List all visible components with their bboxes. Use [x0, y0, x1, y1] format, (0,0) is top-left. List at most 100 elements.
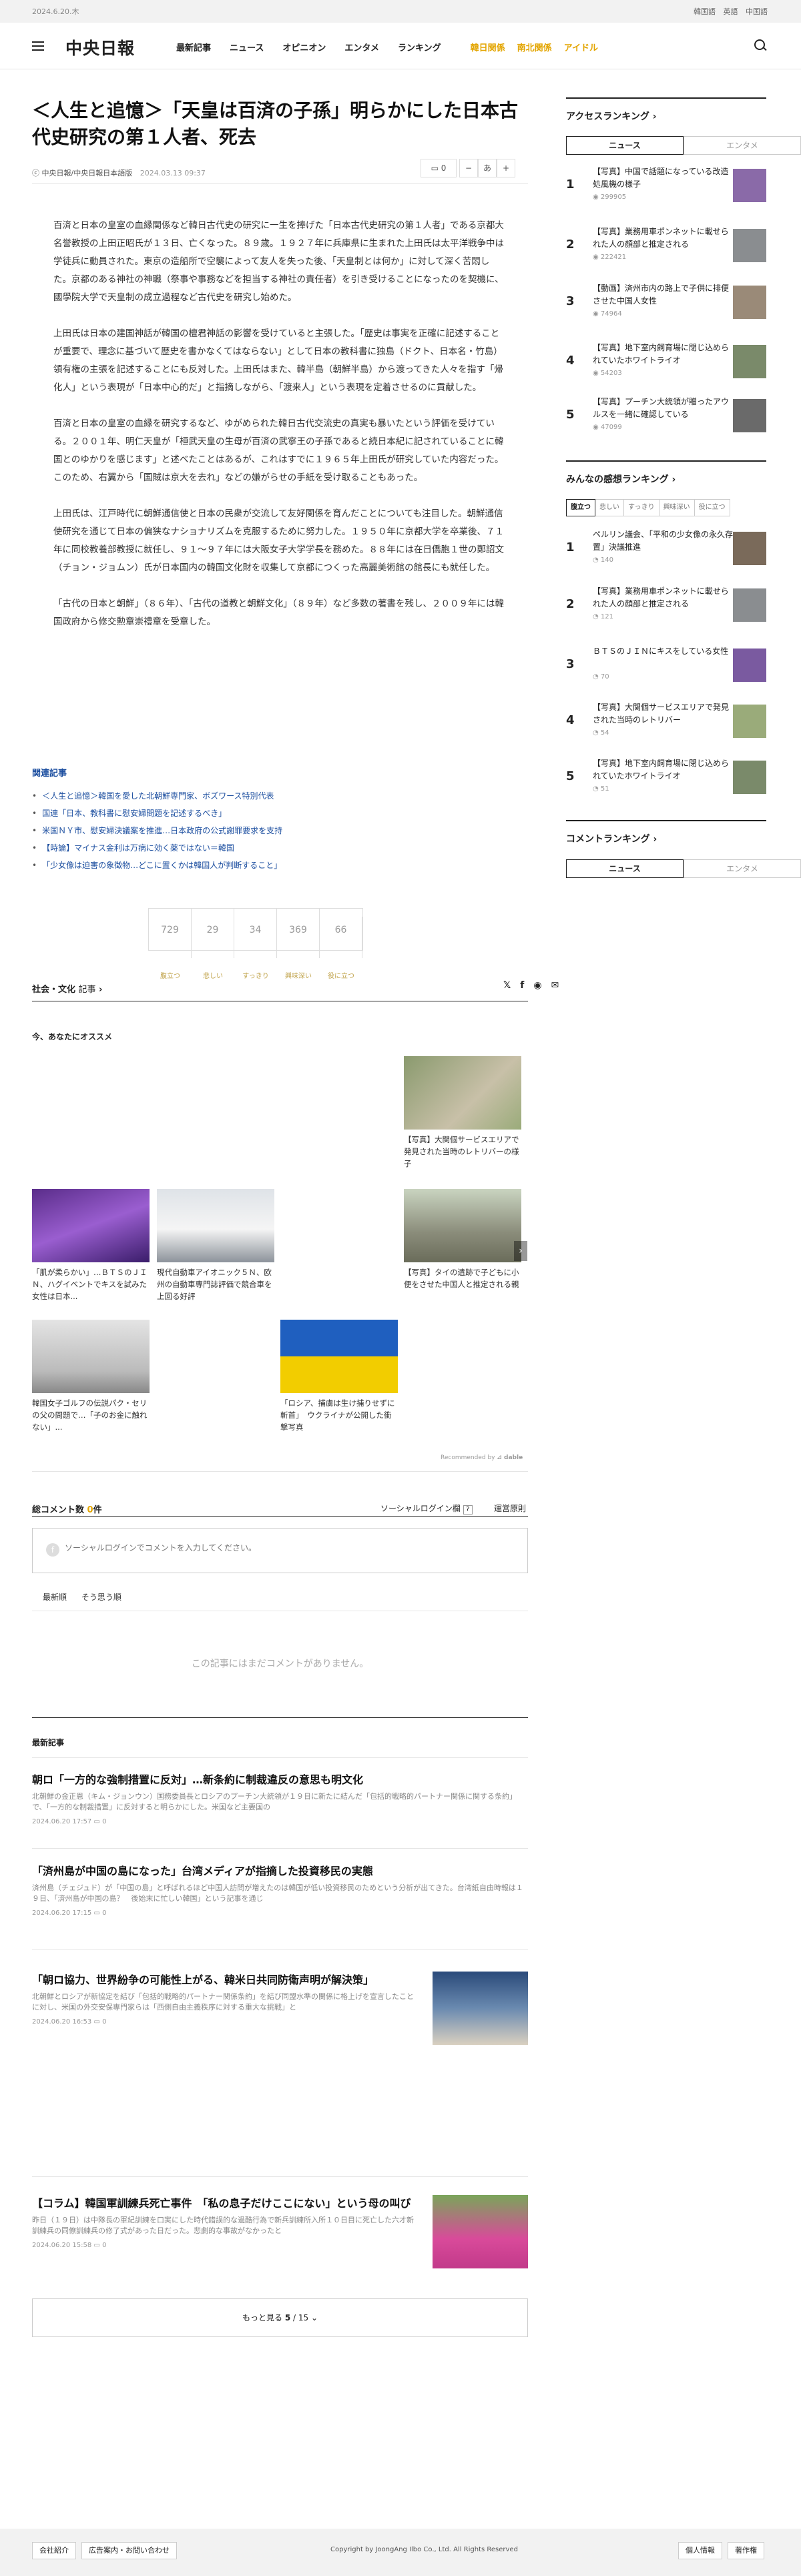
privacy-button[interactable]: 個人情報: [678, 2542, 722, 2559]
category-link[interactable]: 社会・文化 記事 ›: [32, 982, 102, 995]
tab-useful[interactable]: 役に立つ: [694, 499, 730, 516]
recommend-card[interactable]: 【写真】大関個サービスエリアで発見された当時のレトリバーの様子: [404, 1056, 521, 1170]
ranking-item[interactable]: 5 【写真】プーチン大統領が贈ったアウルスを一緒に確認している ◉ 47099: [566, 396, 766, 449]
reaction-useful-button[interactable]: 66 役に立つ: [320, 909, 362, 980]
latest-news-title: 最新記事: [32, 1738, 65, 1747]
facebook-icon[interactable]: f: [520, 980, 524, 991]
recommend-card[interactable]: 「肌が柔らかい」…ＢＴＳのＪＩＮ、ハグイベントでキスを試みた女性は日本...: [32, 1189, 150, 1302]
access-ranking-title[interactable]: アクセスランキング: [566, 109, 657, 123]
recommend-image: [32, 1320, 150, 1393]
tab-refreshed[interactable]: すっきり: [623, 499, 659, 516]
comment-ranking-title[interactable]: コメントランキング: [566, 832, 657, 845]
main-nav: 最新記事 ニュース オピニオン エンタメ ランキング 韓日関係 南北関係 アイド…: [176, 41, 617, 53]
reaction-angry-button[interactable]: 729 腹立つ: [149, 909, 192, 980]
menu-icon[interactable]: [32, 41, 44, 51]
ranking-item[interactable]: 1 ペルリン議会、「平和の少女像の永久存置」決議推進 ◔ 140: [566, 528, 766, 582]
view-count: ◉ 299905: [593, 193, 627, 201]
sort-latest-tab[interactable]: 最新順: [43, 1593, 67, 1602]
related-article-link[interactable]: 国連「日本、教科書に慰安婦問題を記述するべき」: [32, 805, 282, 822]
recommend-card[interactable]: 韓国女子ゴルフの伝説パク・セリの父の問題で…「子のお金に触れない」...: [32, 1320, 150, 1433]
ranking-item[interactable]: 4 【写真】地下室内飼育場に閉じ込められていたホワイトライオ ◉ 54203: [566, 342, 766, 395]
help-icon[interactable]: ?: [463, 1505, 473, 1515]
recommend-image: [404, 1056, 521, 1130]
ranking-item[interactable]: 4 【写真】大関個サービスエリアで発見された当時のレトリバー ◔ 54: [566, 701, 766, 755]
tab-news[interactable]: ニュース: [566, 136, 684, 155]
divider: [32, 1471, 528, 1472]
article-paragraph: 百済と日本の皇室の血縁を研究するなど、ゆがめられた韓日古代交流史の真実も暴いたと…: [53, 418, 504, 483]
emotion-ranking-title[interactable]: みんなの感想ランキング: [566, 472, 676, 486]
recommend-image: [157, 1189, 274, 1262]
font-increase-button[interactable]: +: [497, 159, 515, 177]
news-meta: 2024.06.20 17:57 ▭ 0: [32, 1818, 107, 1825]
sort-agree-tab[interactable]: そう思う順: [81, 1593, 121, 1602]
tab-entertainment[interactable]: エンタメ: [684, 859, 801, 878]
reaction-interesting-button[interactable]: 369 興味深い: [277, 909, 320, 980]
latest-news-item[interactable]: 「済州島が中国の島になった」台湾メディアが指摘した投資移民の実態 済州島（チェジ…: [32, 1863, 528, 1917]
ranking-item[interactable]: 2 【写真】業務用車ポンネットに載せられた人の顔部と推定される ◉ 222421: [566, 226, 766, 279]
mail-icon[interactable]: ✉: [551, 980, 559, 991]
lang-link-english[interactable]: 英語: [724, 7, 738, 16]
news-summary: 済州島（チェジュド）が「中国の島」と呼ばれるほど中国人訪問が増えたのは韓国が低い…: [32, 1883, 523, 1903]
nav-idol[interactable]: アイドル: [564, 41, 598, 53]
tab-angry[interactable]: 腹立つ: [566, 499, 595, 516]
nav-korea-japan[interactable]: 韓日関係: [471, 41, 505, 53]
recommend-caption: 「肌が柔らかい」…ＢＴＳのＪＩＮ、ハグイベントでキスを試みた女性は日本...: [32, 1268, 148, 1301]
reaction-sad-button[interactable]: 29 悲しい: [192, 909, 234, 980]
nav-opinion[interactable]: オピニオン: [282, 41, 326, 53]
tab-interesting[interactable]: 興味深い: [658, 499, 695, 516]
comment-count-button[interactable]: ▭ 0: [421, 159, 457, 177]
tab-sad[interactable]: 悲しい: [595, 499, 624, 516]
article-paragraph: 「古代の日本と朝鮮」（８６年）、「古代の道教と朝鮮文化」（８９年）など多数の著書…: [53, 598, 504, 627]
latest-news-item[interactable]: 【コラム】韓国軍訓練兵死亡事件 「私の息子だけここにない」という母の叫び 昨日（…: [32, 2195, 528, 2272]
publish-time: 2024.03.13 09:37: [140, 169, 206, 177]
latest-news-item[interactable]: 朝ロ「一方的な強制措置に反対」…新条約に制裁違反の意思も明文化 北朝鮮の金正恩（…: [32, 1771, 528, 1825]
article-title: ＜人生と追憶＞「天皇は百済の子孫」明らかにした日本古代史研究の第１人者、死去: [32, 99, 519, 148]
ranking-item[interactable]: 5 【写真】地下室内飼育場に閉じ込められていたホワイトライオ ◔ 51: [566, 757, 766, 811]
ranking-thumbnail: [733, 229, 766, 262]
tab-entertainment[interactable]: エンタメ: [684, 136, 801, 155]
ranking-thumbnail: [733, 399, 766, 432]
ranking-item[interactable]: 1 【写真】中国で話題になっている改造処風機の様子 ◉ 299905: [566, 165, 766, 219]
reaction-refreshed-button[interactable]: 34 すっきり: [234, 909, 277, 980]
tab-news[interactable]: ニュース: [566, 859, 684, 878]
related-article-link[interactable]: 「少女像は迫害の象徴物…どこに置くかは韓国人が判断すること」: [32, 857, 282, 874]
current-date: 2024.6.20.木: [32, 7, 79, 16]
copyright-button[interactable]: 著作権: [728, 2542, 764, 2559]
nav-north-south[interactable]: 南北関係: [517, 41, 552, 53]
recommend-card[interactable]: 現代自動車アイオニック５Ｎ、欧州の自動車専門誌評価で競合車を上回る好評: [157, 1189, 274, 1302]
nav-latest[interactable]: 最新記事: [176, 41, 211, 53]
load-more-button[interactable]: もっと見る 5 / 15 ⌄: [32, 2298, 528, 2337]
line-icon[interactable]: ◉: [533, 980, 541, 991]
ranking-thumbnail: [733, 705, 766, 738]
related-article-link[interactable]: ＜人生と追憶＞韓国を愛した北朝鮮専門家、ボズワース特別代表: [32, 787, 282, 805]
news-summary: 昨日（１９日）は中隊長の軍紀訓練を口実にした時代錯誤的な過酷行為で新兵訓練所入所…: [32, 2216, 414, 2235]
search-icon[interactable]: [754, 39, 766, 51]
nav-ranking[interactable]: ランキング: [398, 41, 441, 53]
ads-contact-button[interactable]: 広告案内・お問い合わせ: [81, 2542, 177, 2559]
font-decrease-button[interactable]: −: [459, 159, 478, 177]
site-logo[interactable]: 中央日報: [65, 35, 135, 59]
ranking-item[interactable]: 3 ＢＴＳのＪＩＮにキスをしている女性 ◔ 70: [566, 645, 766, 699]
news-thumbnail: [433, 1972, 528, 2045]
related-article-link[interactable]: 【時論】マイナス金利は万病に効く薬ではない＝韓国: [32, 839, 282, 857]
comment-rules-link[interactable]: 運営原則: [494, 1502, 526, 1514]
related-article-link[interactable]: 米国ＮＹ市、慰安婦決議案を推進…日本政府の公式謝罪要求を支持: [32, 822, 282, 839]
social-login-link[interactable]: ソーシャルログイン欄?: [380, 1502, 473, 1515]
lang-link-korean[interactable]: 韓国語: [694, 7, 716, 16]
nav-news[interactable]: ニュース: [230, 41, 264, 53]
ranking-item[interactable]: 3 【動画】済州市内の路上で子供に排便させた中国人女性 ◉ 74964: [566, 282, 766, 336]
copyright-text: Copyright by JoongAng Ilbo Co., Ltd. All…: [330, 2546, 518, 2553]
x-icon[interactable]: 𝕏: [503, 980, 511, 991]
recommend-card[interactable]: 【写真】タイの遺跡で子どもに小便をさせた中国人と推定される親: [404, 1189, 521, 1290]
ranking-item[interactable]: 2 【写真】業務用車ポンネットに載せられた人の顔部と推定される ◔ 121: [566, 585, 766, 638]
lang-link-chinese[interactable]: 中国語: [746, 7, 768, 16]
comment-input-box[interactable]: f: [32, 1528, 528, 1573]
latest-news-item[interactable]: 「朝ロ協力、世界紛争の可能性上がる、韓米日共同防衛声明が解決策」 北朝鮮とロシア…: [32, 1972, 528, 2048]
company-info-button[interactable]: 会社紹介: [32, 2542, 76, 2559]
comment-sort: 最新順 そう思う順: [43, 1591, 134, 1603]
nav-entertainment[interactable]: エンタメ: [344, 41, 379, 53]
comment-empty-message: この記事にはまだコメントがありません。: [191, 1659, 369, 1669]
comment-input[interactable]: [65, 1543, 465, 1553]
carousel-next-button[interactable]: ›: [514, 1241, 527, 1261]
recommend-card[interactable]: 「ロシア、捕虜は生け捕りせずに斬首」 ウクライナが公開した衝撃写真: [280, 1320, 398, 1433]
